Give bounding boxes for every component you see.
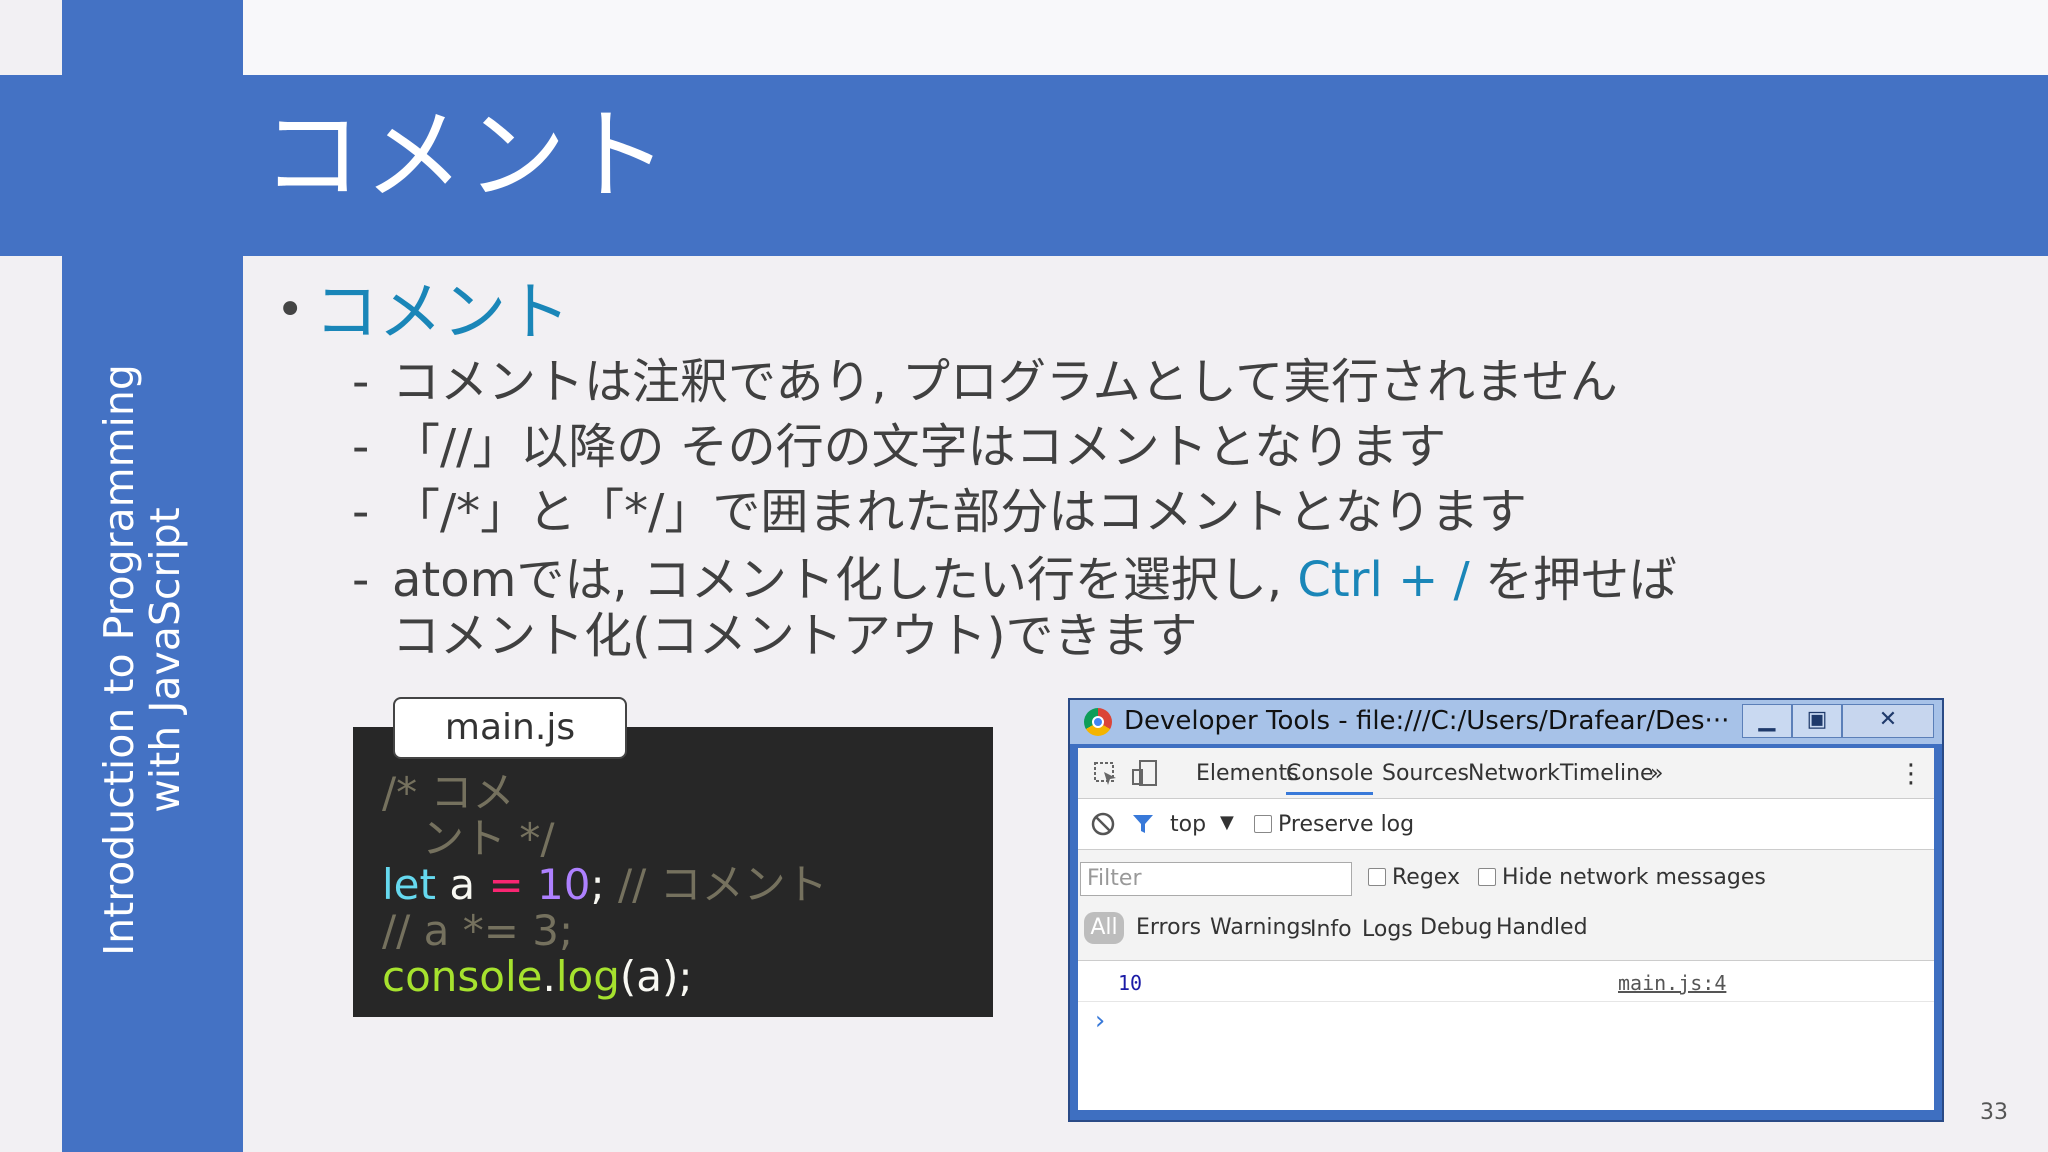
- filter-bar: Filter Regex Hide network messages All E…: [1078, 850, 1934, 961]
- tab-console[interactable]: Console: [1286, 760, 1374, 795]
- list-item: - 「/*」と「*/」で囲まれた部分はコメントとなります: [352, 482, 1527, 542]
- level-handled[interactable]: Handled: [1496, 914, 1588, 942]
- code-comment: // コメント: [604, 860, 828, 909]
- close-button[interactable]: ✕: [1842, 704, 1934, 738]
- code-semicolon: ;: [590, 860, 605, 909]
- list-item-text: 「//」以降の その行の文字はコメントとなります: [392, 419, 1447, 475]
- hide-network-checkbox[interactable]: Hide network messages: [1478, 864, 1766, 892]
- dash: -: [352, 552, 370, 608]
- code-number: 10: [523, 860, 591, 909]
- level-all[interactable]: All: [1084, 912, 1124, 944]
- code-line: let a = 10; // コメント: [382, 862, 828, 908]
- list-item-text: コメントは注釈であり, プログラムとして実行されません: [392, 354, 1618, 410]
- tab-network[interactable]: Network: [1468, 760, 1560, 788]
- code-block: /* コメ ント */let a = 10; // コメント// a *= 3;…: [382, 770, 828, 1000]
- console-toolbar: top ▼ Preserve log: [1078, 799, 1934, 850]
- kebab-menu-icon[interactable]: ⋮: [1898, 760, 1924, 788]
- devtools-tabbar: Elements Console Sources Network Timelin…: [1078, 748, 1934, 799]
- clear-console-icon[interactable]: [1090, 811, 1116, 837]
- code-operator: =: [488, 860, 524, 909]
- more-tabs-button[interactable]: »: [1650, 760, 1663, 788]
- checkbox-box[interactable]: [1478, 868, 1496, 886]
- chrome-icon: [1084, 708, 1112, 736]
- level-debug[interactable]: Debug: [1420, 914, 1492, 942]
- code-line: // a *= 3;: [382, 908, 828, 954]
- dash: -: [352, 354, 370, 410]
- code-comment: /* コメ: [382, 768, 515, 817]
- dropdown-arrow-icon[interactable]: ▼: [1220, 809, 1234, 837]
- code-line: ント */: [382, 816, 828, 862]
- regex-label: Regex: [1392, 865, 1460, 890]
- checkbox-box[interactable]: [1254, 815, 1272, 833]
- level-warnings[interactable]: Warnings: [1210, 914, 1312, 942]
- bullet-label: コメント: [314, 276, 571, 350]
- checkbox-box[interactable]: [1368, 868, 1386, 886]
- regex-checkbox[interactable]: Regex: [1368, 864, 1460, 892]
- side-label: Introduction to Programming with JavaScr…: [95, 300, 189, 1020]
- list-item: - 「//」以降の その行の文字はコメントとなります: [352, 417, 1446, 477]
- devtools-window: Developer Tools - file:///C:/Users/Drafe…: [1068, 698, 1944, 1122]
- window-titlebar[interactable]: Developer Tools - file:///C:/Users/Drafe…: [1070, 700, 1942, 744]
- console-output: 10 main.js:4 ›: [1078, 961, 1934, 1110]
- code-args: (a);: [619, 952, 693, 1001]
- slide-title: コメント: [262, 97, 670, 214]
- device-mode-icon[interactable]: [1130, 758, 1160, 788]
- dash: -: [352, 419, 370, 475]
- level-info[interactable]: Info: [1310, 916, 1352, 944]
- side-label-line1: Introduction to Programming: [95, 364, 143, 956]
- console-log-row: 10 main.js:4: [1078, 961, 1934, 1002]
- shortcut-text: Ctrl + /: [1297, 552, 1470, 608]
- preserve-log-label: Preserve log: [1278, 812, 1415, 837]
- code-line: /* コメ: [382, 770, 828, 816]
- code-var: a: [435, 860, 489, 909]
- log-source-link[interactable]: main.js:4: [1618, 969, 1726, 997]
- list-item: - コメントは注釈であり, プログラムとして実行されません: [352, 352, 1618, 412]
- console-prompt[interactable]: ›: [1092, 1007, 1108, 1035]
- context-select[interactable]: top: [1170, 811, 1206, 839]
- list-item-text: atomでは, コメント化したい行を選択し,: [392, 552, 1298, 608]
- list-item: - atomでは, コメント化したい行を選択し, Ctrl + / を押せば: [352, 550, 1677, 610]
- filter-icon[interactable]: [1130, 811, 1156, 837]
- code-comment: // a *= 3;: [382, 906, 574, 955]
- tab-timeline[interactable]: Timeline: [1560, 760, 1654, 788]
- preserve-log-checkbox[interactable]: Preserve log: [1254, 811, 1414, 839]
- level-logs[interactable]: Logs: [1362, 916, 1413, 944]
- side-label-line2: with JavaScript: [141, 507, 189, 813]
- level-errors[interactable]: Errors: [1136, 914, 1201, 942]
- bullet-dot: •: [276, 282, 305, 338]
- devtools-body: Elements Console Sources Network Timelin…: [1078, 748, 1934, 1110]
- top-strip: [243, 0, 2048, 75]
- minimize-button[interactable]: ▁: [1742, 704, 1792, 738]
- code-line: console.log(a);: [382, 954, 828, 1000]
- code-dot: .: [542, 952, 556, 1001]
- filename-tab: main.js: [393, 697, 627, 759]
- filter-input[interactable]: Filter: [1080, 862, 1352, 896]
- inspect-element-icon[interactable]: [1092, 760, 1120, 788]
- list-item-continuation: コメント化(コメントアウト)できます: [392, 608, 1198, 664]
- log-value: 10: [1118, 971, 1143, 995]
- list-item-text: 「/*」と「*/」で囲まれた部分はコメントとなります: [392, 484, 1527, 540]
- list-item-text-end: を押せば: [1469, 552, 1677, 608]
- bullet-heading: • コメント: [276, 270, 570, 353]
- window-title: Developer Tools - file:///C:/Users/Drafe…: [1124, 706, 1730, 736]
- code-method: log: [555, 952, 620, 1001]
- tab-elements[interactable]: Elements: [1196, 760, 1299, 788]
- page-number: 33: [1980, 1100, 2008, 1125]
- dash: -: [352, 484, 370, 540]
- code-comment: ント */: [382, 814, 555, 863]
- maximize-button[interactable]: ▣: [1792, 704, 1842, 738]
- tab-sources[interactable]: Sources: [1382, 760, 1469, 788]
- code-object: console: [382, 952, 543, 1001]
- code-keyword: let: [382, 860, 436, 909]
- hide-network-label: Hide network messages: [1502, 865, 1766, 890]
